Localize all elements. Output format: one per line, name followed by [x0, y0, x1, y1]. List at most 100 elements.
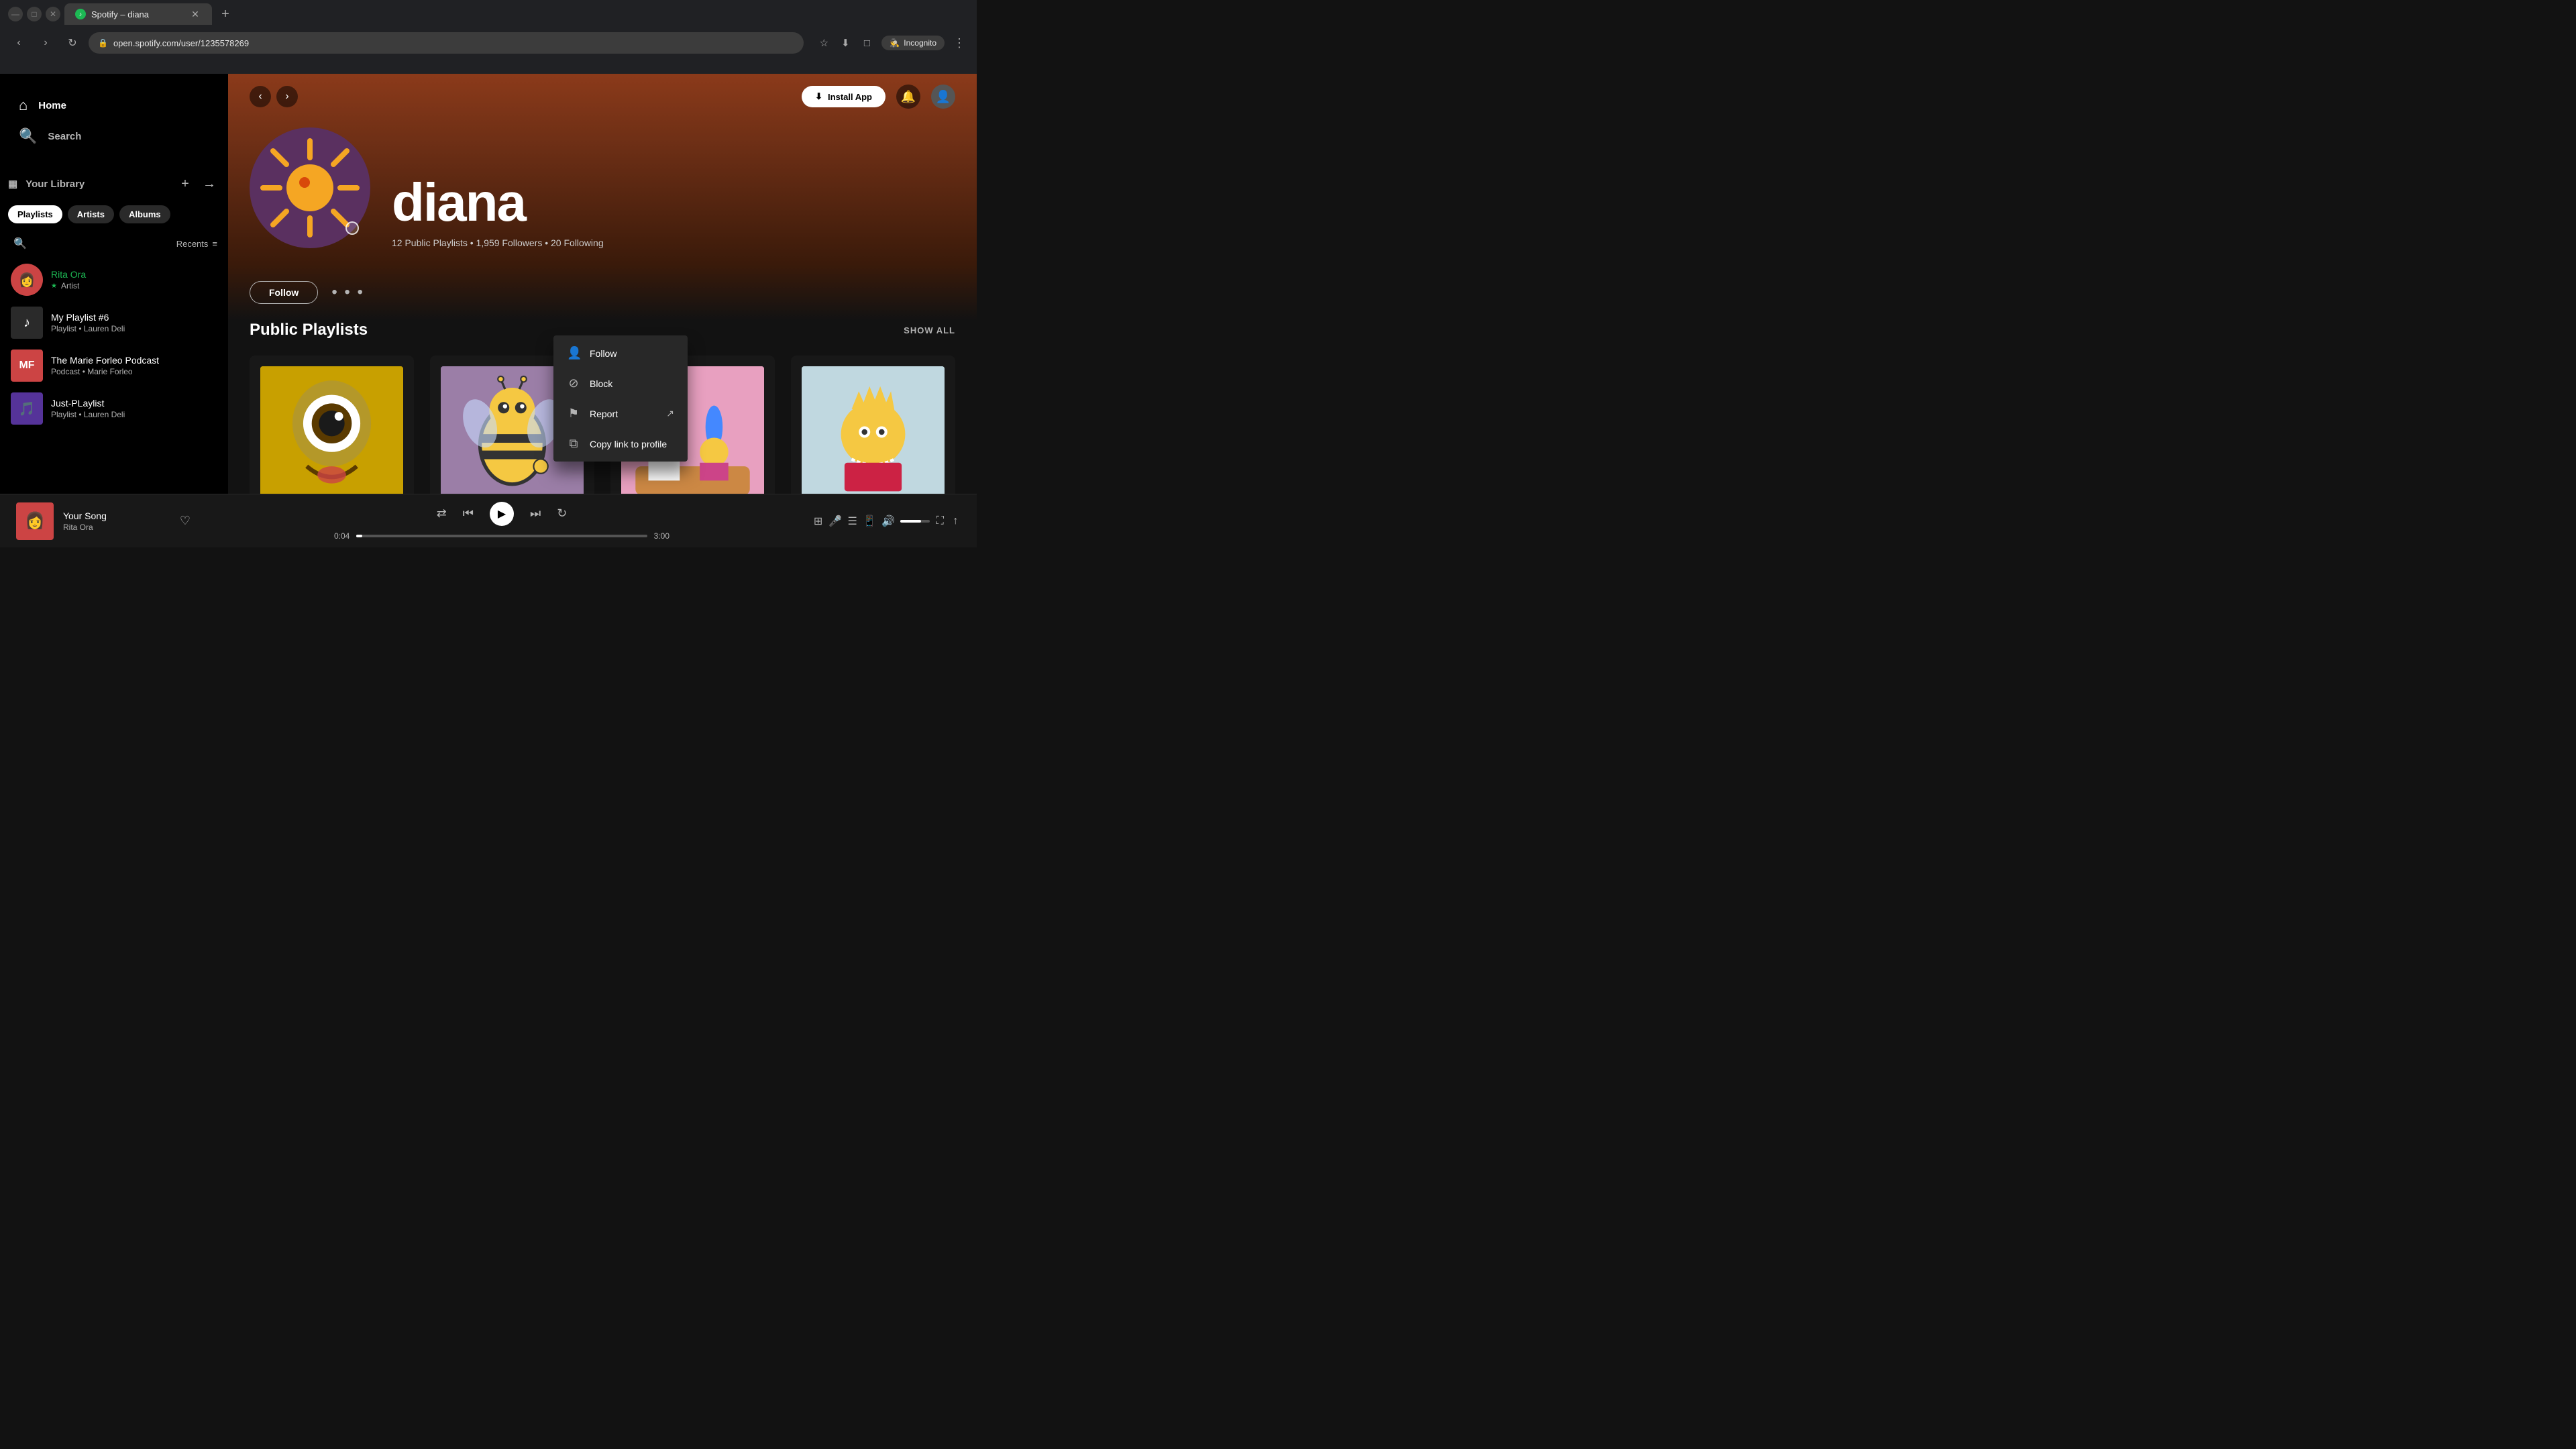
report-menu-icon: ⚑ [567, 407, 580, 421]
item-name: My Playlist #6 [51, 312, 217, 323]
extensions-button[interactable]: □ [857, 34, 876, 52]
item-name: Rita Ora [51, 269, 217, 280]
item-thumbnail: ♪ [11, 307, 43, 339]
item-subtitle: Podcast • Marie Forleo [51, 367, 133, 376]
playlist-cover [802, 366, 945, 494]
playlist-card[interactable]: hot girl house 185 Followers [250, 356, 414, 494]
list-item[interactable]: ♪ My Playlist #6 Playlist • Lauren Deli [5, 301, 223, 344]
main-content: ‹ › ⬇ Install App 🔔 👤 [228, 74, 977, 494]
filter-playlists[interactable]: Playlists [8, 205, 62, 223]
library-search-button[interactable]: 🔍 [11, 234, 30, 253]
dropdown-item-report[interactable]: ⚑ Report ↗ [556, 398, 685, 429]
active-tab[interactable]: ♪ Spotify – diana ✕ [64, 3, 212, 25]
filter-albums[interactable]: Albums [119, 205, 170, 223]
browser-menu-button[interactable]: ⋮ [950, 34, 969, 52]
item-thumbnail: 🎵 [11, 392, 43, 425]
expand-library-button[interactable]: → [199, 173, 220, 195]
profile-actions-bar: Follow • • • [228, 264, 977, 321]
close-button[interactable]: ✕ [46, 7, 60, 21]
library-icon: ▦ [8, 178, 17, 190]
bookmark-button[interactable]: ☆ [814, 34, 833, 52]
previous-button[interactable]: ⏮ [463, 506, 474, 521]
playlist-card[interactable]: kaytraNOTda 116 Followers [791, 356, 955, 494]
install-app-button[interactable]: ⬇ Install App [802, 86, 885, 107]
time-current: 0:04 [334, 531, 350, 541]
new-tab-button[interactable]: + [216, 5, 235, 23]
sidebar-search-label: Search [48, 131, 81, 142]
profile-header: ‹ › ⬇ Install App 🔔 👤 [228, 74, 977, 264]
url-text: open.spotify.com/user/1235578269 [113, 38, 249, 48]
track-thumbnail: 👩 [16, 502, 54, 540]
lyrics-button[interactable]: 🎤 [828, 512, 842, 531]
report-menu-label: Report [590, 409, 618, 419]
repeat-button[interactable]: ↻ [557, 506, 567, 521]
expand-button[interactable]: ↑ [951, 512, 961, 531]
forward-nav-button[interactable]: › [276, 86, 298, 107]
track-artist: Rita Ora [63, 523, 170, 532]
progress-track[interactable] [356, 535, 647, 537]
profile-image [250, 127, 370, 248]
more-options-button[interactable]: • • • [326, 280, 370, 305]
queue-list-button[interactable]: ☰ [847, 512, 857, 531]
heart-button[interactable]: ♡ [180, 514, 191, 528]
sidebar-item-home[interactable]: ⌂ Home [11, 90, 217, 121]
item-name: Just-PLaylist [51, 398, 217, 409]
reload-button[interactable]: ↻ [62, 32, 83, 54]
next-button[interactable]: ⏭ [530, 506, 541, 521]
volume-button[interactable]: 🔊 [881, 512, 895, 531]
profile-name: diana [392, 176, 955, 229]
external-link-icon: ↗ [666, 408, 674, 419]
sort-icon: ≡ [212, 239, 217, 249]
library-sort-button[interactable]: Recents ≡ [176, 239, 217, 249]
tab-favicon: ♪ [75, 9, 86, 19]
recents-label: Recents [176, 239, 209, 249]
back-button[interactable]: ‹ [8, 32, 30, 54]
profile-meta: 12 Public Playlists • 1,959 Followers • … [392, 237, 955, 248]
dropdown-item-follow[interactable]: 👤 Follow [556, 338, 685, 368]
section-title: Public Playlists [250, 321, 368, 339]
library-title[interactable]: ▦ Your Library [8, 178, 85, 190]
playlist-cover [260, 366, 403, 494]
list-item[interactable]: MF The Marie Forleo Podcast Podcast • Ma… [5, 344, 223, 387]
follow-menu-icon: 👤 [567, 346, 580, 360]
tab-close-icon[interactable]: ✕ [189, 8, 201, 20]
item-name: The Marie Forleo Podcast [51, 355, 217, 366]
verified-star-icon: ★ [51, 282, 57, 290]
user-avatar-button[interactable]: 👤 [931, 85, 955, 109]
add-library-button[interactable]: + [174, 173, 196, 195]
search-icon: 🔍 [19, 127, 37, 145]
item-subtitle: Playlist • Lauren Deli [51, 324, 125, 333]
browser-controls: — □ ✕ [8, 7, 60, 21]
incognito-icon: 🕵 [890, 38, 900, 48]
notifications-button[interactable]: 🔔 [896, 85, 920, 109]
play-pause-button[interactable]: ▶ [490, 502, 514, 526]
minimize-button[interactable]: — [8, 7, 23, 21]
filter-artists[interactable]: Artists [68, 205, 114, 223]
show-all-button[interactable]: Show all [904, 325, 955, 335]
lock-icon: 🔒 [98, 38, 108, 48]
block-menu-label: Block [590, 378, 612, 389]
devices-button[interactable]: 📱 [863, 512, 876, 531]
follow-menu-label: Follow [590, 348, 616, 359]
list-item[interactable]: 🎵 Just-PLaylist Playlist • Lauren Deli [5, 387, 223, 430]
browser-chrome: — □ ✕ ♪ Spotify – diana ✕ + ‹ › ↻ 🔒 open… [0, 0, 977, 74]
download-button[interactable]: ⬇ [836, 34, 855, 52]
fullscreen-button[interactable]: ⛶ [935, 512, 945, 531]
follow-button[interactable]: Follow [250, 281, 318, 304]
incognito-indicator[interactable]: 🕵 Incognito [881, 36, 945, 50]
volume-fill [900, 520, 920, 523]
maximize-button[interactable]: □ [27, 7, 42, 21]
back-nav-button[interactable]: ‹ [250, 86, 271, 107]
library-label: Your Library [25, 178, 85, 190]
sidebar-item-search[interactable]: 🔍 Search [11, 121, 217, 152]
profile-name-section: diana 12 Public Playlists • 1,959 Follow… [392, 176, 955, 248]
address-bar[interactable]: 🔒 open.spotify.com/user/1235578269 [89, 32, 804, 54]
dropdown-item-block[interactable]: ⊘ Block [556, 368, 685, 398]
queue-button[interactable]: ⊞ [813, 512, 823, 531]
shuffle-button[interactable]: ⇄ [437, 506, 447, 521]
forward-button[interactable]: › [35, 32, 56, 54]
list-item[interactable]: 👩 Rita Ora ★ Artist [5, 258, 223, 301]
copy-link-icon: ⧉ [567, 437, 580, 451]
volume-bar[interactable] [900, 520, 929, 523]
dropdown-item-copy-link[interactable]: ⧉ Copy link to profile [556, 429, 685, 459]
